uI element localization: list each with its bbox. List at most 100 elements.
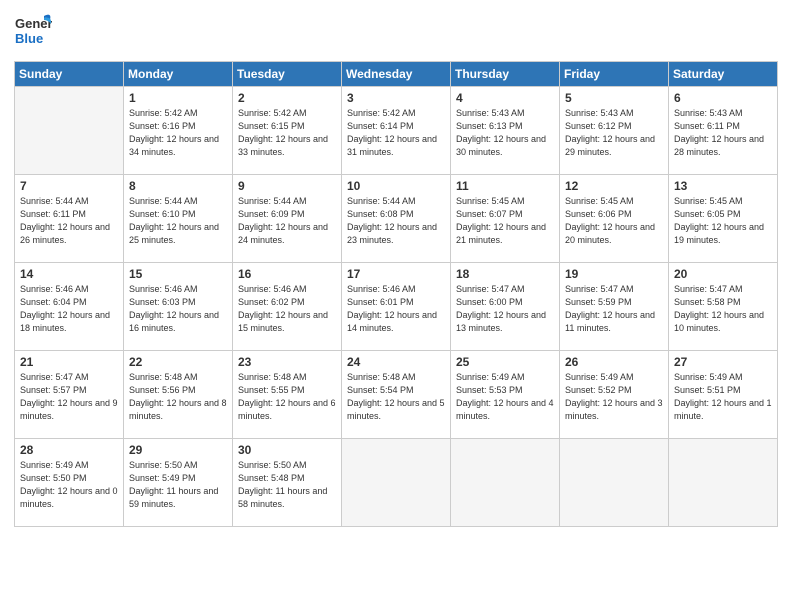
sunset-label: Sunset: 5:56 PM	[129, 385, 196, 395]
sunrise-label: Sunrise: 5:45 AM	[456, 196, 525, 206]
calendar-week-row: 14 Sunrise: 5:46 AM Sunset: 6:04 PM Dayl…	[15, 263, 778, 351]
day-number: 20	[674, 267, 772, 281]
calendar-cell: 22 Sunrise: 5:48 AM Sunset: 5:56 PM Dayl…	[124, 351, 233, 439]
calendar-cell: 28 Sunrise: 5:49 AM Sunset: 5:50 PM Dayl…	[15, 439, 124, 527]
svg-text:Blue: Blue	[15, 31, 43, 46]
sunrise-label: Sunrise: 5:46 AM	[238, 284, 307, 294]
daylight-label: Daylight: 12 hours and 4 minutes.	[456, 398, 554, 421]
sunrise-label: Sunrise: 5:47 AM	[456, 284, 525, 294]
sunrise-label: Sunrise: 5:48 AM	[347, 372, 416, 382]
sunrise-label: Sunrise: 5:47 AM	[20, 372, 89, 382]
calendar-cell: 16 Sunrise: 5:46 AM Sunset: 6:02 PM Dayl…	[233, 263, 342, 351]
weekday-header: Thursday	[451, 62, 560, 87]
sunrise-label: Sunrise: 5:46 AM	[129, 284, 198, 294]
day-info: Sunrise: 5:44 AM Sunset: 6:08 PM Dayligh…	[347, 195, 445, 247]
sunset-label: Sunset: 6:02 PM	[238, 297, 305, 307]
calendar-cell: 14 Sunrise: 5:46 AM Sunset: 6:04 PM Dayl…	[15, 263, 124, 351]
calendar-cell: 27 Sunrise: 5:49 AM Sunset: 5:51 PM Dayl…	[669, 351, 778, 439]
day-info: Sunrise: 5:50 AM Sunset: 5:49 PM Dayligh…	[129, 459, 227, 511]
calendar-week-row: 1 Sunrise: 5:42 AM Sunset: 6:16 PM Dayli…	[15, 87, 778, 175]
sunrise-label: Sunrise: 5:47 AM	[674, 284, 743, 294]
weekday-header: Sunday	[15, 62, 124, 87]
day-number: 3	[347, 91, 445, 105]
calendar-cell: 10 Sunrise: 5:44 AM Sunset: 6:08 PM Dayl…	[342, 175, 451, 263]
sunset-label: Sunset: 6:16 PM	[129, 121, 196, 131]
calendar-cell: 2 Sunrise: 5:42 AM Sunset: 6:15 PM Dayli…	[233, 87, 342, 175]
calendar-cell: 8 Sunrise: 5:44 AM Sunset: 6:10 PM Dayli…	[124, 175, 233, 263]
day-number: 17	[347, 267, 445, 281]
sunset-label: Sunset: 6:10 PM	[129, 209, 196, 219]
weekday-header: Wednesday	[342, 62, 451, 87]
daylight-label: Daylight: 12 hours and 33 minutes.	[238, 134, 328, 157]
calendar-cell	[15, 87, 124, 175]
sunrise-label: Sunrise: 5:46 AM	[347, 284, 416, 294]
day-info: Sunrise: 5:42 AM Sunset: 6:16 PM Dayligh…	[129, 107, 227, 159]
day-info: Sunrise: 5:49 AM Sunset: 5:52 PM Dayligh…	[565, 371, 663, 423]
calendar-cell: 6 Sunrise: 5:43 AM Sunset: 6:11 PM Dayli…	[669, 87, 778, 175]
daylight-label: Daylight: 12 hours and 23 minutes.	[347, 222, 437, 245]
sunrise-label: Sunrise: 5:45 AM	[565, 196, 634, 206]
day-info: Sunrise: 5:48 AM Sunset: 5:56 PM Dayligh…	[129, 371, 227, 423]
day-number: 28	[20, 443, 118, 457]
daylight-label: Daylight: 12 hours and 19 minutes.	[674, 222, 764, 245]
calendar-cell: 4 Sunrise: 5:43 AM Sunset: 6:13 PM Dayli…	[451, 87, 560, 175]
calendar-cell: 13 Sunrise: 5:45 AM Sunset: 6:05 PM Dayl…	[669, 175, 778, 263]
day-info: Sunrise: 5:46 AM Sunset: 6:04 PM Dayligh…	[20, 283, 118, 335]
sunset-label: Sunset: 6:00 PM	[456, 297, 523, 307]
calendar-cell	[560, 439, 669, 527]
day-number: 1	[129, 91, 227, 105]
day-number: 9	[238, 179, 336, 193]
sunrise-label: Sunrise: 5:50 AM	[129, 460, 198, 470]
day-number: 30	[238, 443, 336, 457]
sunset-label: Sunset: 6:05 PM	[674, 209, 741, 219]
sunset-label: Sunset: 5:48 PM	[238, 473, 305, 483]
day-number: 2	[238, 91, 336, 105]
sunset-label: Sunset: 5:58 PM	[674, 297, 741, 307]
day-number: 6	[674, 91, 772, 105]
sunset-label: Sunset: 6:08 PM	[347, 209, 414, 219]
sunset-label: Sunset: 6:12 PM	[565, 121, 632, 131]
day-number: 8	[129, 179, 227, 193]
day-info: Sunrise: 5:46 AM Sunset: 6:03 PM Dayligh…	[129, 283, 227, 335]
day-info: Sunrise: 5:49 AM Sunset: 5:53 PM Dayligh…	[456, 371, 554, 423]
day-info: Sunrise: 5:47 AM Sunset: 5:57 PM Dayligh…	[20, 371, 118, 423]
sunset-label: Sunset: 5:57 PM	[20, 385, 87, 395]
day-info: Sunrise: 5:44 AM Sunset: 6:09 PM Dayligh…	[238, 195, 336, 247]
sunset-label: Sunset: 6:01 PM	[347, 297, 414, 307]
day-number: 18	[456, 267, 554, 281]
daylight-label: Daylight: 12 hours and 20 minutes.	[565, 222, 655, 245]
sunrise-label: Sunrise: 5:48 AM	[129, 372, 198, 382]
daylight-label: Daylight: 12 hours and 15 minutes.	[238, 310, 328, 333]
day-info: Sunrise: 5:43 AM Sunset: 6:12 PM Dayligh…	[565, 107, 663, 159]
daylight-label: Daylight: 12 hours and 34 minutes.	[129, 134, 219, 157]
daylight-label: Daylight: 11 hours and 58 minutes.	[238, 486, 327, 509]
day-number: 26	[565, 355, 663, 369]
sunrise-label: Sunrise: 5:49 AM	[456, 372, 525, 382]
day-number: 24	[347, 355, 445, 369]
daylight-label: Daylight: 12 hours and 9 minutes.	[20, 398, 118, 421]
day-number: 14	[20, 267, 118, 281]
weekday-header-row: SundayMondayTuesdayWednesdayThursdayFrid…	[15, 62, 778, 87]
calendar-cell: 19 Sunrise: 5:47 AM Sunset: 5:59 PM Dayl…	[560, 263, 669, 351]
day-info: Sunrise: 5:48 AM Sunset: 5:54 PM Dayligh…	[347, 371, 445, 423]
day-number: 16	[238, 267, 336, 281]
day-info: Sunrise: 5:47 AM Sunset: 6:00 PM Dayligh…	[456, 283, 554, 335]
calendar-cell: 11 Sunrise: 5:45 AM Sunset: 6:07 PM Dayl…	[451, 175, 560, 263]
calendar-cell	[669, 439, 778, 527]
daylight-label: Daylight: 12 hours and 18 minutes.	[20, 310, 110, 333]
sunset-label: Sunset: 6:15 PM	[238, 121, 305, 131]
calendar-cell: 21 Sunrise: 5:47 AM Sunset: 5:57 PM Dayl…	[15, 351, 124, 439]
daylight-label: Daylight: 12 hours and 14 minutes.	[347, 310, 437, 333]
sunset-label: Sunset: 6:13 PM	[456, 121, 523, 131]
calendar-cell: 1 Sunrise: 5:42 AM Sunset: 6:16 PM Dayli…	[124, 87, 233, 175]
sunrise-label: Sunrise: 5:46 AM	[20, 284, 89, 294]
day-number: 11	[456, 179, 554, 193]
sunrise-label: Sunrise: 5:42 AM	[238, 108, 307, 118]
calendar-cell: 29 Sunrise: 5:50 AM Sunset: 5:49 PM Dayl…	[124, 439, 233, 527]
sunrise-label: Sunrise: 5:44 AM	[20, 196, 89, 206]
day-info: Sunrise: 5:50 AM Sunset: 5:48 PM Dayligh…	[238, 459, 336, 511]
calendar-cell: 23 Sunrise: 5:48 AM Sunset: 5:55 PM Dayl…	[233, 351, 342, 439]
day-number: 22	[129, 355, 227, 369]
sunset-label: Sunset: 5:49 PM	[129, 473, 196, 483]
day-number: 13	[674, 179, 772, 193]
